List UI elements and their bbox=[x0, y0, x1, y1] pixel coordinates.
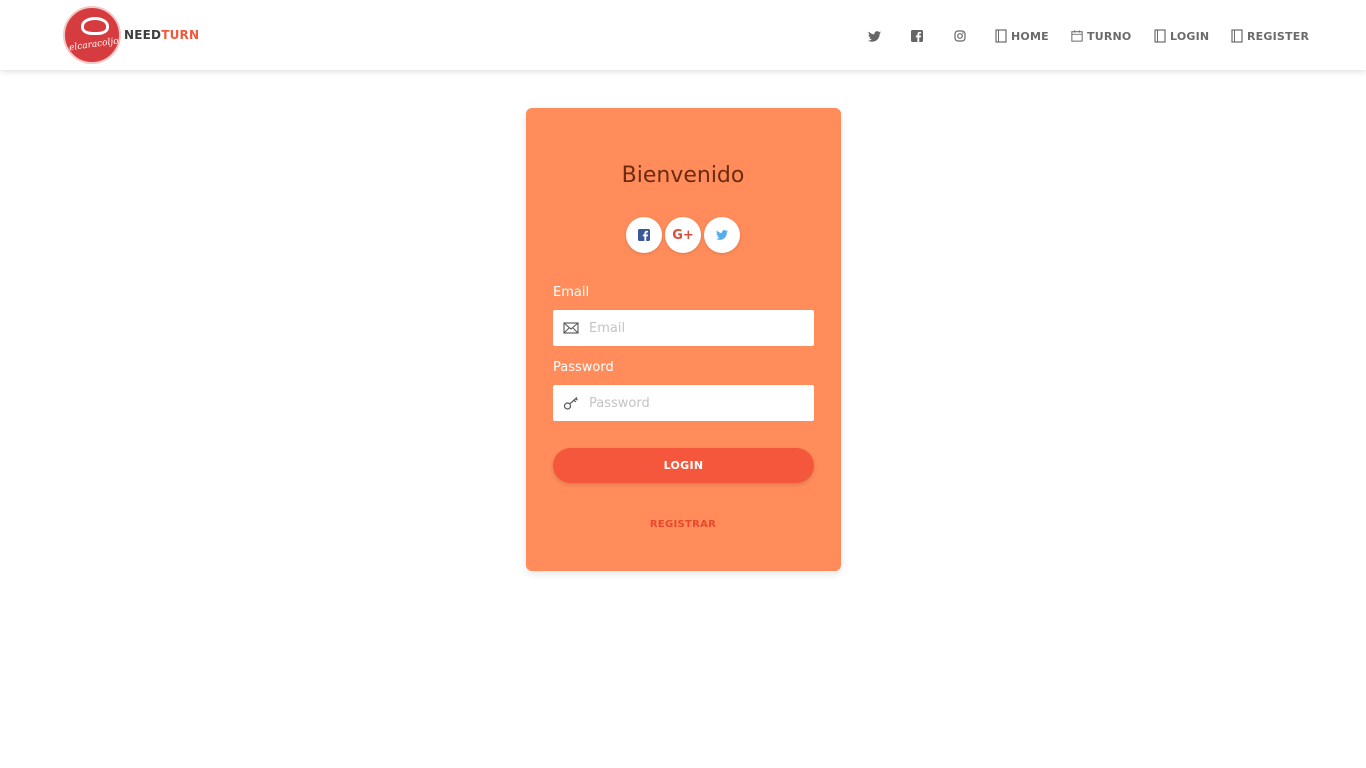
nav-turno-link[interactable]: TURNO bbox=[1071, 24, 1131, 48]
calendar-icon bbox=[1071, 30, 1083, 42]
nav-turno-label: TURNO bbox=[1087, 29, 1132, 43]
book-icon bbox=[1231, 29, 1243, 43]
nav-register-label: REGISTER bbox=[1247, 29, 1310, 43]
nav-register-link[interactable]: REGISTER bbox=[1231, 24, 1309, 48]
google-login-button[interactable]: G+ bbox=[665, 217, 701, 253]
nav-menu: HOME TURNO LOGIN REGISTER bbox=[0, 24, 1366, 48]
register-link-row: REGISTRAR bbox=[0, 519, 1366, 530]
login-button[interactable]: LOGIN bbox=[553, 448, 814, 483]
email-field-wrapper bbox=[553, 310, 814, 346]
facebook-login-button[interactable] bbox=[626, 217, 662, 253]
nav-facebook-link[interactable] bbox=[909, 24, 925, 48]
key-icon bbox=[563, 397, 578, 410]
nav-instagram-link[interactable] bbox=[952, 24, 968, 48]
email-label: Email bbox=[553, 285, 590, 300]
nav-twitter-link[interactable] bbox=[866, 24, 882, 48]
password-field-wrapper bbox=[553, 385, 814, 421]
register-link[interactable]: REGISTRAR bbox=[650, 519, 716, 530]
password-input[interactable] bbox=[589, 385, 809, 421]
nav-home-label: HOME bbox=[1011, 29, 1049, 43]
password-label: Password bbox=[553, 360, 614, 375]
facebook-icon bbox=[638, 229, 650, 241]
envelope-icon bbox=[563, 322, 579, 334]
twitter-icon bbox=[716, 230, 728, 240]
nav-login-label: LOGIN bbox=[1170, 29, 1210, 43]
book-icon bbox=[1154, 29, 1166, 43]
book-icon bbox=[995, 29, 1007, 43]
page-title: Bienvenido bbox=[621, 163, 745, 188]
twitter-icon bbox=[867, 30, 881, 42]
nav-home-link[interactable]: HOME bbox=[995, 24, 1049, 48]
instagram-icon bbox=[954, 30, 966, 42]
twitter-login-button[interactable] bbox=[704, 217, 740, 253]
facebook-icon bbox=[911, 30, 923, 42]
email-input[interactable] bbox=[589, 310, 809, 346]
nav-login-link[interactable]: LOGIN bbox=[1154, 24, 1209, 48]
navbar: elcaracoljo NEEDTURN HOME TURNO LOGIN RE… bbox=[0, 0, 1366, 70]
google-plus-icon: G+ bbox=[672, 227, 694, 243]
